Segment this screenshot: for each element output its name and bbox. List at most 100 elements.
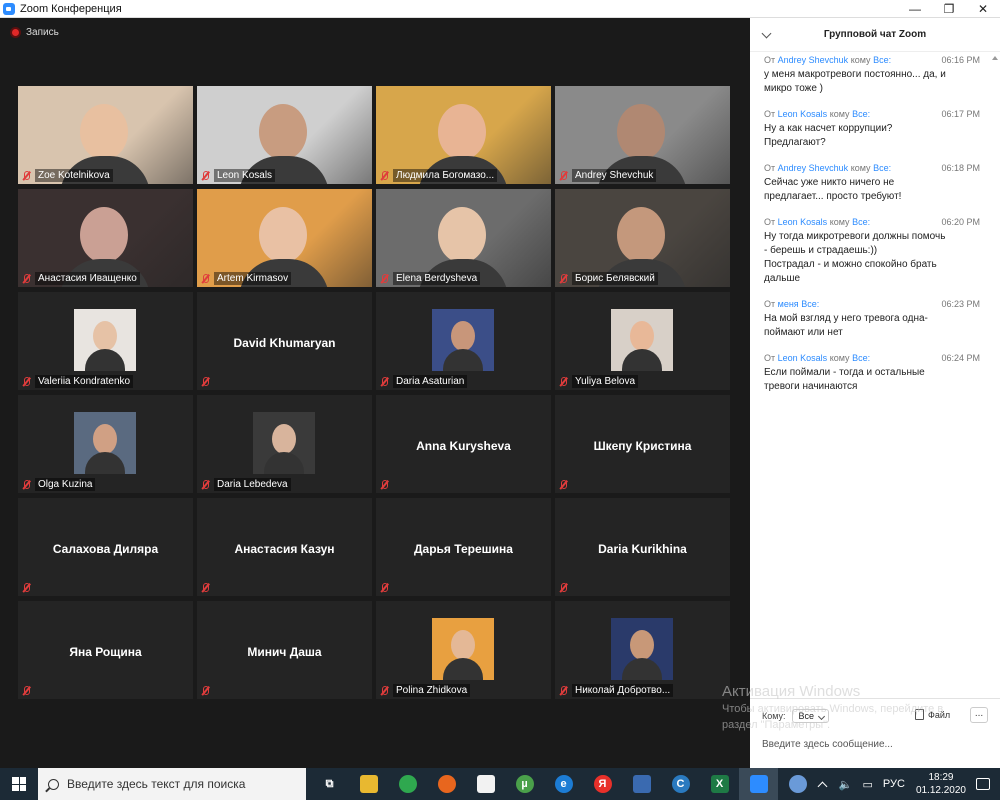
to-label: Кому:: [762, 711, 786, 721]
participant-name-display: Анастасия Казун: [234, 542, 335, 556]
message-meta: От Andrey Shevchuk кому Все: 06:16 PM: [764, 54, 980, 66]
utorrent-icon: µ: [515, 775, 534, 793]
profile-face: [272, 424, 296, 454]
search-input[interactable]: [67, 777, 297, 791]
muted-mic-icon: [557, 273, 569, 285]
participant-tile[interactable]: David Khumaryan: [197, 292, 372, 390]
taskbar-search[interactable]: [38, 768, 306, 800]
participant-name-display: David Khumaryan: [233, 336, 336, 350]
from-prefix: От: [764, 55, 776, 65]
recipient-select[interactable]: Все: [791, 709, 830, 723]
firefox-icon: [437, 775, 456, 793]
from-prefix: От: [764, 299, 776, 309]
message-sender[interactable]: Leon Kosals: [778, 353, 828, 363]
message-recipient[interactable]: Все:: [852, 217, 870, 227]
participant-footer: Людмила Богомазо...: [378, 169, 498, 182]
profile-body: [443, 658, 483, 680]
message-input[interactable]: [762, 735, 988, 753]
participant-footer: Николай Добротво...: [557, 684, 674, 697]
notifications-icon[interactable]: [976, 778, 990, 790]
message-sender[interactable]: Andrey Shevchuk: [778, 163, 849, 173]
close-button[interactable]: ✕: [966, 0, 1000, 18]
taskbar-app-notepad[interactable]: [466, 768, 505, 800]
file-button[interactable]: Файл: [915, 709, 950, 720]
taskbar-app-firefox[interactable]: [427, 768, 466, 800]
participant-tile[interactable]: Минич Даша: [197, 601, 372, 699]
taskbar-app-network-monitor[interactable]: [622, 768, 661, 800]
taskbar-app-file-explorer[interactable]: [349, 768, 388, 800]
participant-tile[interactable]: Людмила Богомазо...: [376, 86, 551, 184]
participant-tile[interactable]: Салахова Диляра: [18, 498, 193, 596]
chat-message: От меня Все: 06:23 PM На мой взгляд у нег…: [750, 298, 990, 340]
participant-tile[interactable]: Elena Berdysheva: [376, 189, 551, 287]
participant-name: Николай Добротво...: [572, 684, 674, 697]
chat-header: Групповой чат Zoom: [750, 18, 1000, 52]
taskbar-app-edge[interactable]: e: [544, 768, 583, 800]
participant-face: [259, 104, 307, 160]
participant-tile[interactable]: Zoe Kotelnikova: [18, 86, 193, 184]
participant-tile[interactable]: Шкепу Кристина: [555, 395, 730, 493]
participant-tile[interactable]: Яна Рощина: [18, 601, 193, 699]
participant-tile[interactable]: Yuliya Belova: [555, 292, 730, 390]
recording-indicator[interactable]: Запись: [10, 27, 59, 38]
participant-footer: [20, 685, 32, 697]
taskbar-app-ccleaner[interactable]: C: [661, 768, 700, 800]
muted-mic-icon: [378, 376, 390, 388]
participant-tile[interactable]: Andrey Shevchuk: [555, 86, 730, 184]
participant-face: [80, 207, 128, 263]
participant-tile[interactable]: Анастасия Казун: [197, 498, 372, 596]
restore-button[interactable]: ❐: [932, 0, 966, 18]
language-indicator[interactable]: РУС: [883, 778, 905, 790]
clock[interactable]: 18:29 01.12.2020: [916, 771, 966, 797]
taskbar-app-chrome[interactable]: [388, 768, 427, 800]
taskbar-app-utorrent[interactable]: µ: [505, 768, 544, 800]
taskbar-app-yandex[interactable]: Я: [583, 768, 622, 800]
profile-face: [93, 424, 117, 454]
message-recipient[interactable]: Все:: [801, 299, 819, 309]
message-recipient[interactable]: Все:: [873, 163, 891, 173]
participant-tile[interactable]: Daria Lebedeva: [197, 395, 372, 493]
more-options-button[interactable]: ...: [970, 707, 988, 723]
participant-tile[interactable]: Artem Kirmasov: [197, 189, 372, 287]
participant-footer: [378, 582, 390, 594]
participant-tile[interactable]: Daria Asaturian: [376, 292, 551, 390]
participant-tile[interactable]: Daria Kurikhina: [555, 498, 730, 596]
taskbar-app-task-view[interactable]: ⧉: [310, 768, 349, 800]
volume-icon[interactable]: 🔈: [839, 778, 853, 791]
paint-icon: [788, 775, 807, 793]
participant-tile[interactable]: Борис Белявский: [555, 189, 730, 287]
participant-tile[interactable]: Leon Kosals: [197, 86, 372, 184]
scroll-up-arrow-icon[interactable]: [992, 56, 998, 60]
message-recipient[interactable]: Все:: [852, 109, 870, 119]
participant-tile[interactable]: Polina Zhidkova: [376, 601, 551, 699]
message-sender[interactable]: меня: [778, 299, 799, 309]
message-sender[interactable]: Andrey Shevchuk: [778, 55, 849, 65]
message-sender[interactable]: Leon Kosals: [778, 217, 828, 227]
message-recipient[interactable]: Все:: [873, 55, 891, 65]
message-recipient[interactable]: Все:: [852, 353, 870, 363]
message-sender[interactable]: Leon Kosals: [778, 109, 828, 119]
show-hidden-icons-icon[interactable]: [817, 781, 828, 791]
screen: Zoom Конференция — ❐ ✕ Запись Zoe Koteln…: [0, 0, 1000, 800]
network-icon[interactable]: ▭: [863, 778, 873, 791]
participant-footer: [378, 479, 390, 491]
minimize-button[interactable]: —: [898, 0, 932, 18]
participant-tile[interactable]: Дарья Терешина: [376, 498, 551, 596]
chat-scrollbar[interactable]: [992, 56, 998, 696]
message-meta: От Leon Kosals кому Все: 06:20 PM: [764, 216, 980, 228]
participant-tile[interactable]: Николай Добротво...: [555, 601, 730, 699]
participant-tile[interactable]: Anna Kurysheva: [376, 395, 551, 493]
taskbar-app-excel[interactable]: X: [700, 768, 739, 800]
participant-tile[interactable]: Анастасия Иващенко: [18, 189, 193, 287]
taskbar-app-zoom[interactable]: [739, 768, 778, 800]
profile-face: [93, 321, 117, 351]
to-word: кому: [850, 163, 871, 173]
muted-mic-icon: [557, 170, 569, 182]
start-button[interactable]: [0, 768, 38, 800]
from-prefix: От: [764, 217, 776, 227]
participant-tile[interactable]: Olga Kuzina: [18, 395, 193, 493]
profile-face: [630, 630, 654, 660]
task-view-icon: ⧉: [320, 775, 339, 793]
participant-tile[interactable]: Valeriia Kondratenko: [18, 292, 193, 390]
participant-face: [438, 207, 486, 263]
